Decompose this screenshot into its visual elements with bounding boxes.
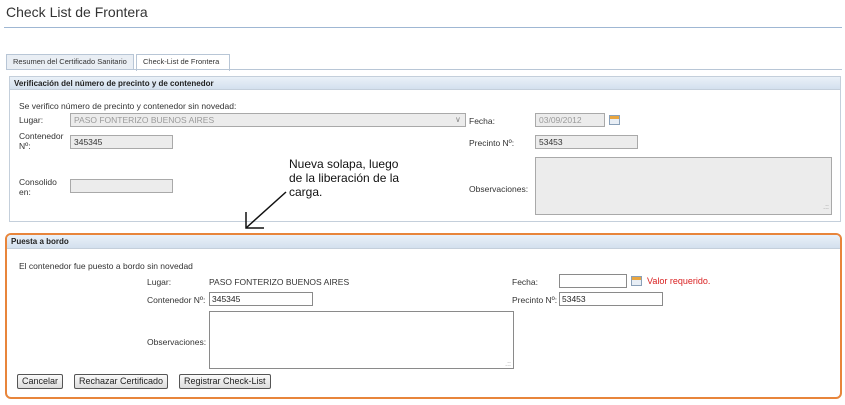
annotation-line1: Nueva solapa, luego xyxy=(289,157,399,171)
rechazar-certificado-button[interactable]: Rechazar Certificado xyxy=(74,374,169,389)
lugar-select-value: PASO FONTERIZO BUENOS AIRES xyxy=(74,115,215,125)
contenedor-label-line2: Nº: xyxy=(19,141,31,151)
puesta-lugar-value: PASO FONTERIZO BUENOS AIRES xyxy=(209,277,350,287)
observaciones-label: Observaciones: xyxy=(469,184,529,194)
contenedor-field[interactable]: 345345 xyxy=(70,135,173,149)
resize-grip-icon[interactable]: .:: xyxy=(823,202,829,214)
registrar-check-list-button[interactable]: Registrar Check-List xyxy=(179,374,271,389)
lugar-label: Lugar: xyxy=(19,115,44,125)
precinto-field[interactable]: 53453 xyxy=(535,135,638,149)
verificacion-panel: Verificación del número de precinto y de… xyxy=(9,76,841,222)
contenedor-label-line1: Contenedor xyxy=(19,131,64,141)
annotation-arrow-icon xyxy=(245,191,287,229)
puesta-observaciones-textarea[interactable]: .:: xyxy=(209,311,514,369)
puesta-a-bordo-header: Puesta a bordo xyxy=(7,235,840,249)
annotation-line3: carga. xyxy=(289,185,323,199)
annotation-callout: Nueva solapa, luego de la liberación de … xyxy=(289,157,399,199)
resize-grip-icon[interactable]: .:: xyxy=(505,361,511,368)
verificacion-status-text: Se verifico número de precinto y contene… xyxy=(19,101,237,111)
puesta-contenedor-input[interactable]: 345345 xyxy=(209,292,313,306)
page-title: Check List de Frontera xyxy=(6,4,148,20)
cancelar-button[interactable]: Cancelar xyxy=(17,374,64,389)
puesta-precinto-label: Precinto Nº: xyxy=(512,295,558,305)
fecha-label: Fecha: xyxy=(469,116,495,126)
puesta-lugar-label: Lugar: xyxy=(147,277,172,287)
puesta-status-text: El contenedor fue puesto a bordo sin nov… xyxy=(19,261,193,271)
consolido-label-line2: en: xyxy=(19,187,31,197)
consolido-field[interactable] xyxy=(70,179,173,193)
verificacion-header: Verificación del número de precinto y de… xyxy=(10,77,840,90)
contenedor-label: Contenedor Nº: xyxy=(19,131,63,151)
puesta-contenedor-label: Contenedor Nº: xyxy=(147,295,206,305)
lugar-select[interactable]: PASO FONTERIZO BUENOS AIRES xyxy=(70,113,466,127)
title-divider xyxy=(4,27,842,28)
calendar-icon[interactable] xyxy=(631,276,642,286)
tab-resumen-certificado[interactable]: Resumen del Certificado Sanitario xyxy=(6,54,134,70)
puesta-observaciones-label: Observaciones: xyxy=(147,337,207,347)
annotation-line2: de la liberación de la xyxy=(289,171,400,185)
tab-bar-divider xyxy=(6,69,842,70)
puesta-fecha-label: Fecha: xyxy=(512,277,538,287)
fecha-error-message: Valor requerido. xyxy=(647,276,711,286)
fecha-field[interactable]: 03/09/2012 xyxy=(535,113,605,127)
puesta-precinto-input[interactable]: 53453 xyxy=(559,292,663,306)
consolido-label: Consolido en: xyxy=(19,177,57,197)
calendar-icon[interactable] xyxy=(609,115,620,125)
chevron-down-icon[interactable]: ∨ xyxy=(455,115,461,124)
puesta-fecha-input[interactable] xyxy=(559,274,627,288)
precinto-label: Precinto Nº: xyxy=(469,138,515,148)
puesta-a-bordo-panel: Puesta a bordo El contenedor fue puesto … xyxy=(5,233,842,399)
consolido-label-line1: Consolido xyxy=(19,177,57,187)
observaciones-textarea[interactable]: .:: xyxy=(535,157,832,215)
